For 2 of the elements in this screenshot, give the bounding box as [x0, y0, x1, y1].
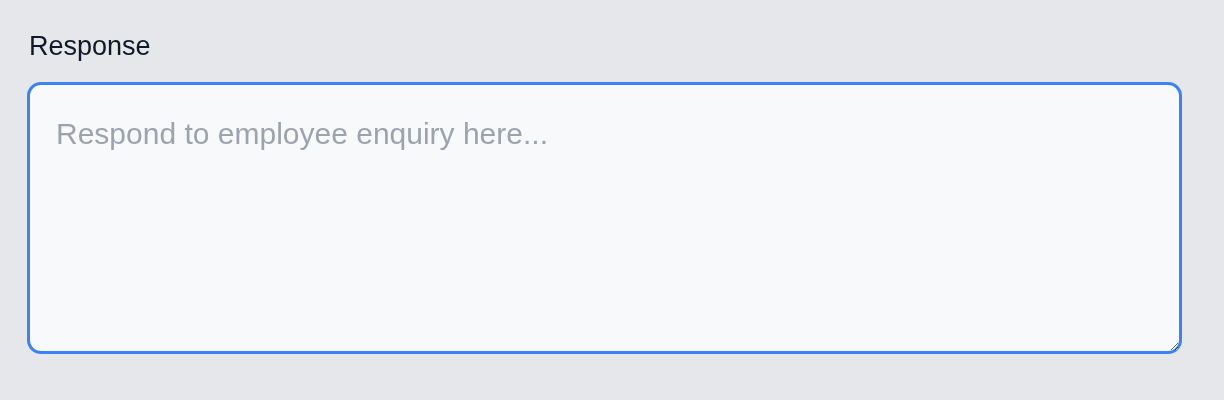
field-label: Response: [28, 30, 151, 63]
response-field[interactable]: Respond to employee enquiry here...: [27, 82, 1182, 354]
